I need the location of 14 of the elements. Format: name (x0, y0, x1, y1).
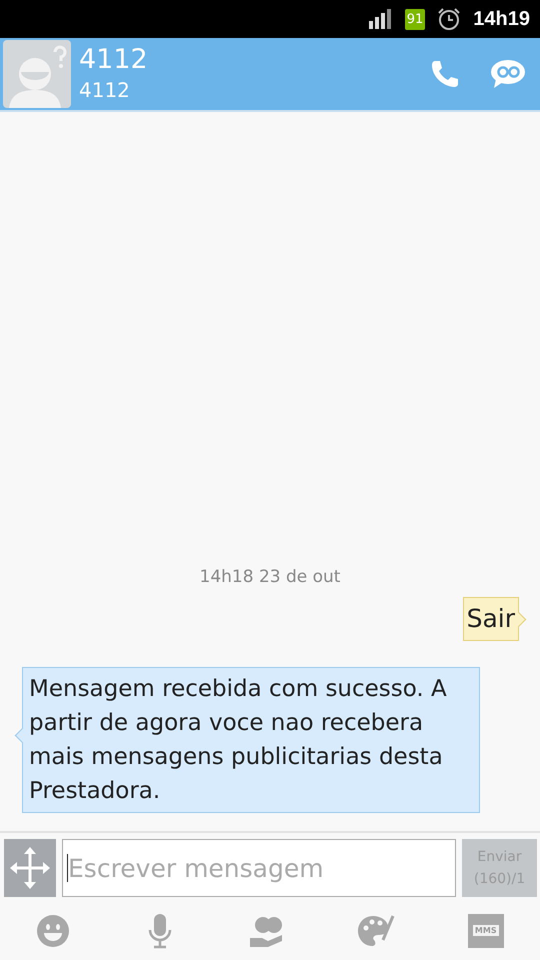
battery-level: 91 (404, 8, 426, 30)
chat-bubble-icon[interactable] (490, 59, 526, 89)
contact-name: 4112 (79, 44, 149, 76)
mms-icon[interactable]: MMS (468, 914, 504, 948)
palette-icon[interactable] (357, 914, 396, 948)
smiley-icon[interactable] (36, 914, 70, 948)
message-input[interactable]: Escrever mensagem (62, 839, 456, 897)
contact-number: 4112 (79, 77, 131, 104)
alarm-icon (437, 7, 462, 31)
move-arrows-icon[interactable] (4, 839, 56, 897)
avatar-icon (3, 40, 71, 108)
clock-time: 14h19 (473, 8, 530, 30)
message-timestamp: 14h18 23 de out (200, 567, 340, 587)
signal-icon (368, 9, 393, 29)
